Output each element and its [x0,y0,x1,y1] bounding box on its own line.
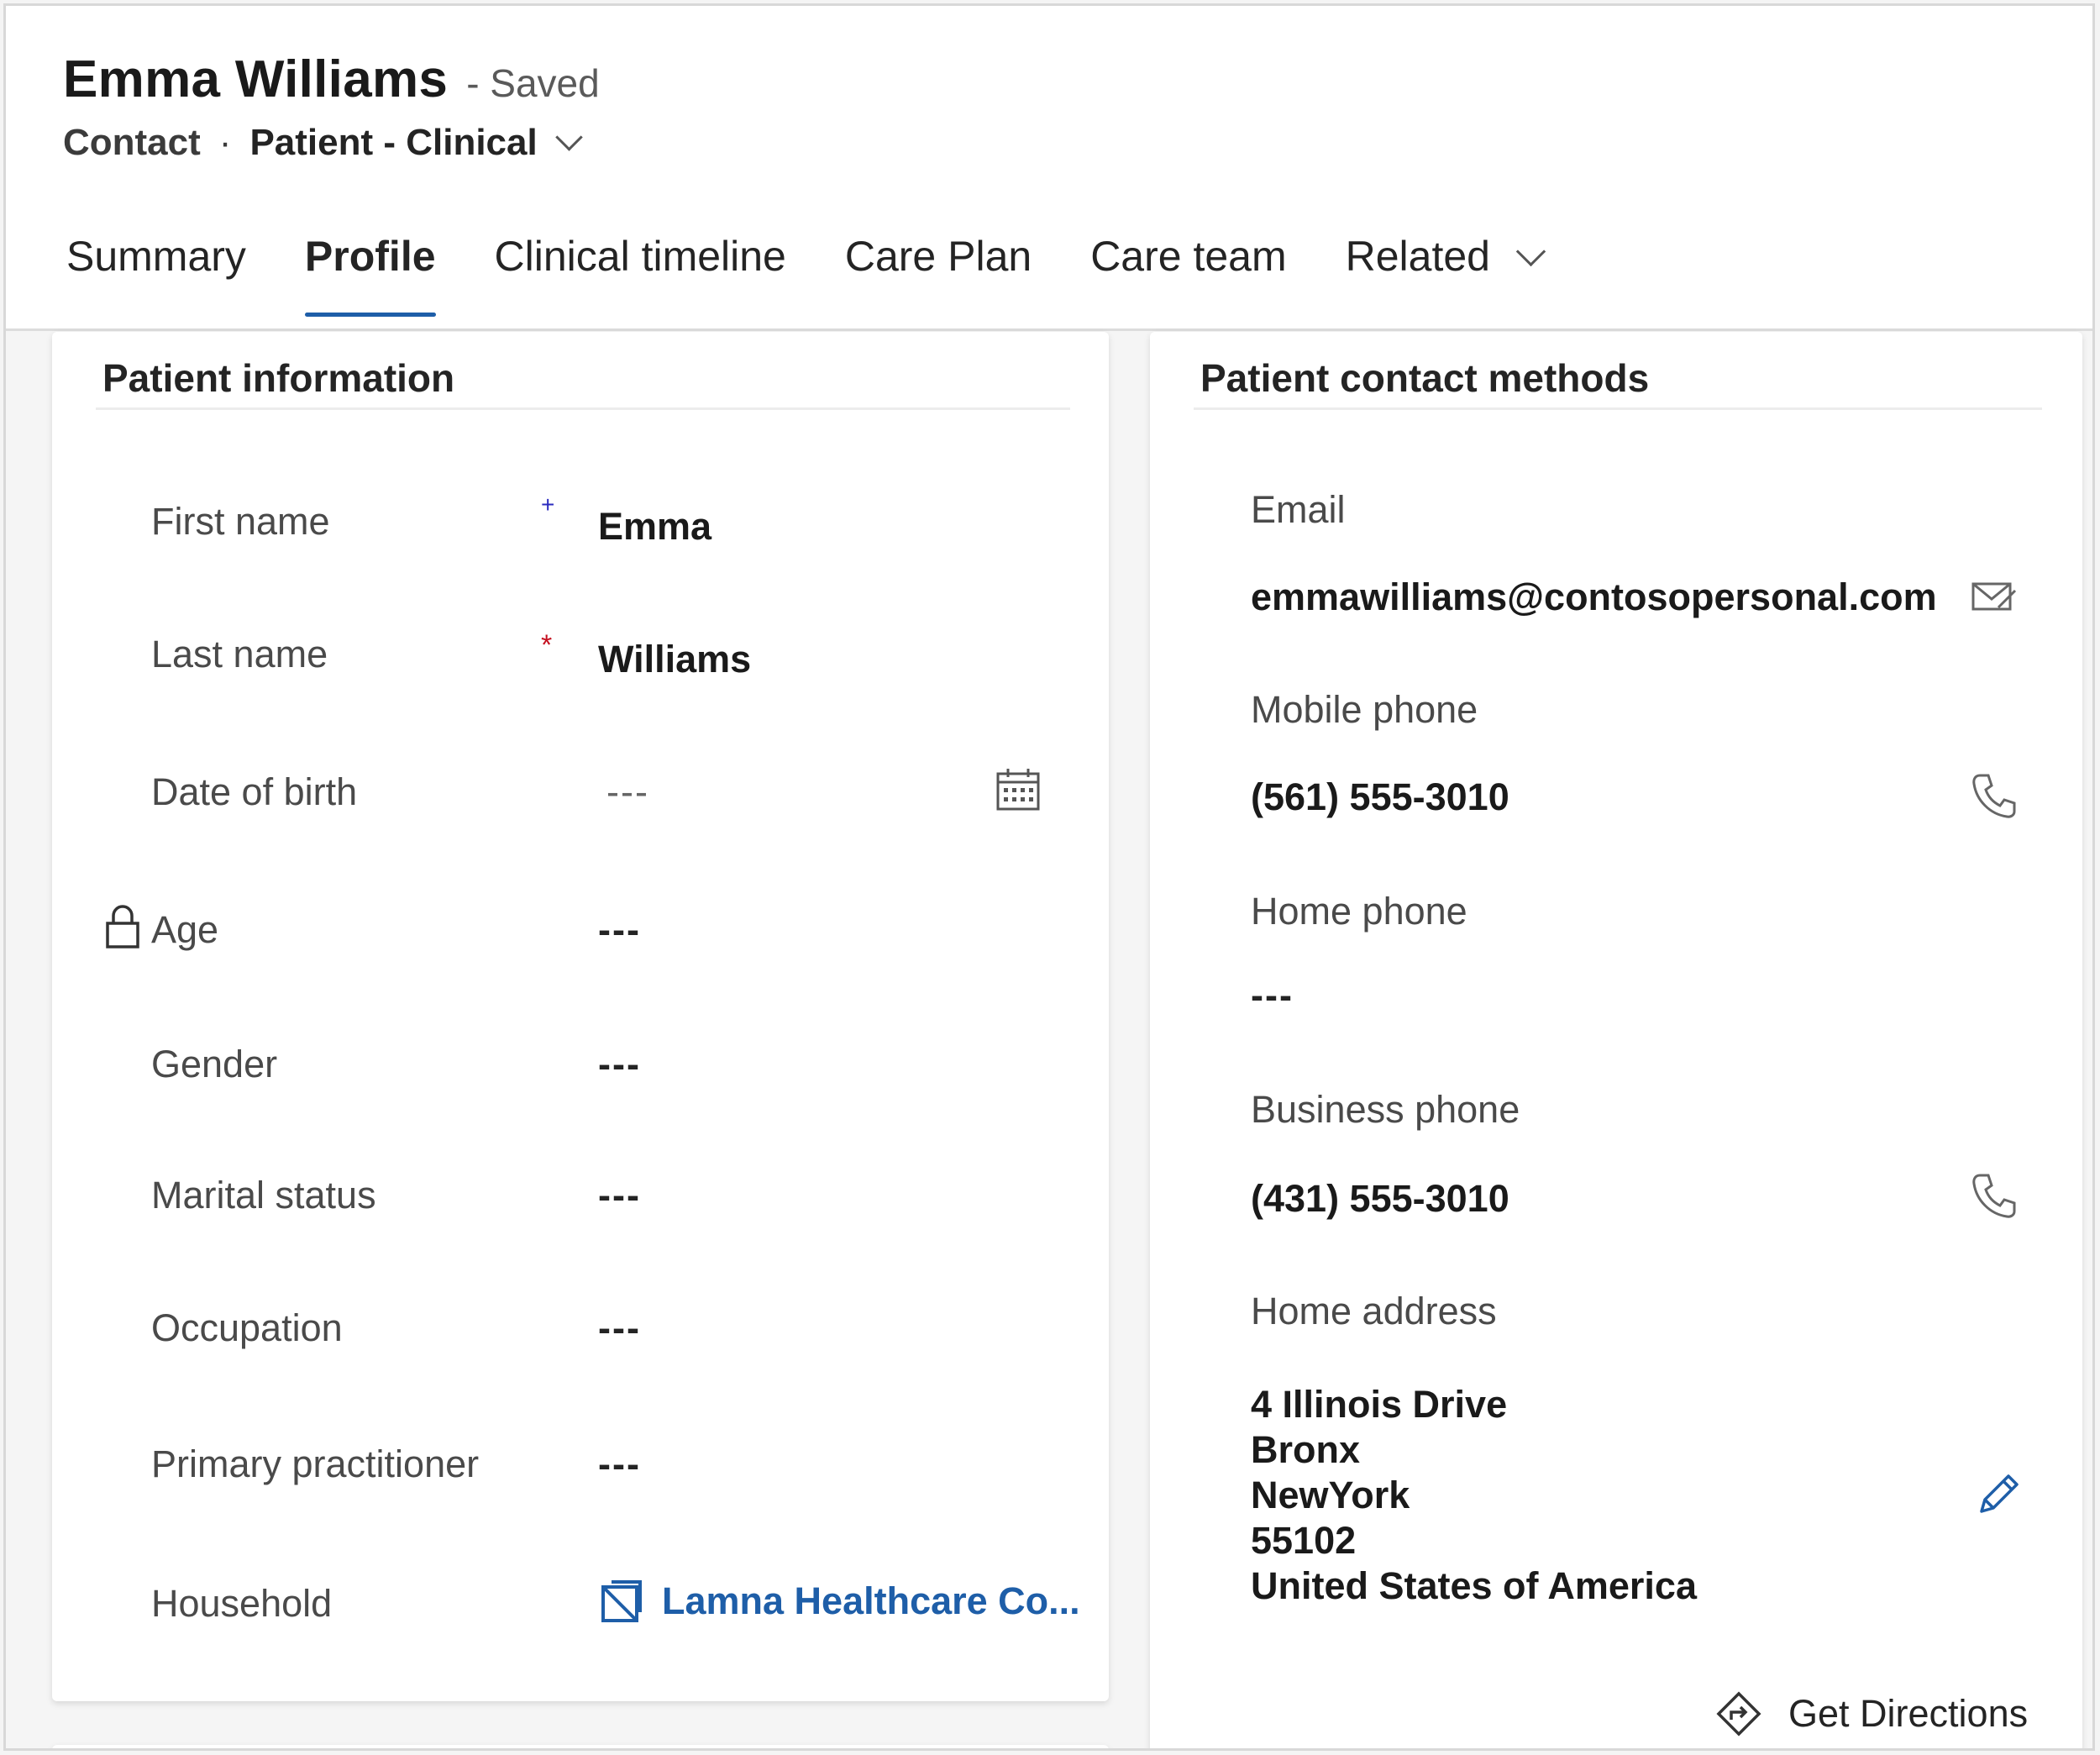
record-title: Emma Williams [63,50,449,108]
chevron-down-icon [1515,236,1546,267]
phone-icon[interactable] [1968,1170,2019,1221]
gender-value[interactable]: --- [598,1043,641,1086]
patient-information-section: Patient information First name + Emma La… [52,332,1109,1701]
address-postal-code: 55102 [1251,1519,1357,1562]
address-line1: 4 Illinois Drive [1251,1383,1508,1426]
occupation-value[interactable]: --- [598,1306,641,1350]
business-phone-label: Business phone [1251,1088,1520,1131]
primary-practitioner-value[interactable]: --- [598,1442,641,1486]
send-email-icon[interactable] [1968,572,2019,623]
tab-care-plan[interactable]: Care Plan [845,226,1032,317]
dob-value[interactable]: --- [606,770,649,814]
address-state: NewYork [1251,1474,1410,1516]
email-value[interactable]: emmawilliams@contosopersonal.com [1251,575,1937,619]
form-selector[interactable]: Patient - Clinical [249,122,583,164]
recommended-marker: + [541,491,555,518]
form-name: Patient - Clinical [249,122,538,163]
home-address-value[interactable]: 4 Illinois Drive Bronx NewYork 55102 Uni… [1251,1382,1697,1609]
age-label: Age [151,908,219,951]
dob-label: Date of birth [151,770,358,813]
first-name-value[interactable]: Emma [598,505,711,549]
directions-icon [1716,1691,1761,1737]
household-link[interactable]: Lamna Healthcare Co... [600,1579,1080,1624]
lock-icon [106,905,139,948]
chevron-down-icon [554,123,583,151]
address-city: Bronx [1251,1428,1361,1471]
mobile-phone-value[interactable]: (561) 555-3010 [1251,775,1509,819]
home-address-label: Home address [1251,1290,1497,1332]
tab-summary[interactable]: Summary [66,226,246,317]
tab-care-team[interactable]: Care team [1090,226,1286,317]
section-divider [1194,407,2042,410]
get-directions-label: Get Directions [1788,1692,2029,1735]
calendar-icon[interactable] [993,765,1043,816]
breadcrumb: Contact · Patient - Clinical [63,122,583,164]
marital-status-label: Marital status [151,1174,376,1216]
address-country: United States of America [1251,1564,1697,1607]
tab-related-label: Related [1345,233,1490,280]
save-status: - Saved [466,61,600,105]
primary-practitioner-label: Primary practitioner [151,1442,480,1485]
marital-status-value[interactable]: --- [598,1174,641,1217]
next-section-card [52,1745,1109,1748]
entity-name: Contact [63,122,201,163]
home-phone-label: Home phone [1251,890,1467,933]
first-name-label: First name [151,500,330,543]
get-directions-button[interactable]: Get Directions [1714,1689,2028,1738]
mobile-phone-label: Mobile phone [1251,688,1478,731]
last-name-value[interactable]: Williams [598,638,751,681]
app-frame: Emma Williams - Saved Contact · Patient … [3,3,2095,1751]
email-label: Email [1251,488,1346,531]
home-phone-value[interactable]: --- [1251,974,1294,1017]
gender-label: Gender [151,1043,278,1085]
section-divider [96,407,1070,410]
section-title: Patient information [102,356,455,400]
household-value: Lamna Healthcare Co... [662,1579,1080,1622]
tab-list: Summary Profile Clinical timeline Care P… [66,226,1600,317]
age-value: --- [598,908,641,951]
edit-pencil-icon[interactable] [1973,1469,2024,1520]
patient-contact-methods-section: Patient contact methods Email emmawillia… [1150,332,2082,1748]
record-header: Emma Williams - Saved Contact · Patient … [6,6,2092,331]
last-name-label: Last name [151,633,328,675]
household-label: Household [151,1582,333,1625]
phone-icon[interactable] [1968,770,2019,821]
entity-link-icon [601,1580,642,1622]
tab-clinical-timeline[interactable]: Clinical timeline [495,226,786,317]
occupation-label: Occupation [151,1306,343,1349]
title-row: Emma Williams - Saved [63,50,600,109]
required-marker: * [541,629,553,661]
tab-profile[interactable]: Profile [304,226,436,317]
section-title: Patient contact methods [1200,356,1650,400]
tab-related[interactable]: Related [1345,226,1546,317]
business-phone-value[interactable]: (431) 555-3010 [1251,1177,1509,1221]
breadcrumb-separator: · [218,122,232,163]
